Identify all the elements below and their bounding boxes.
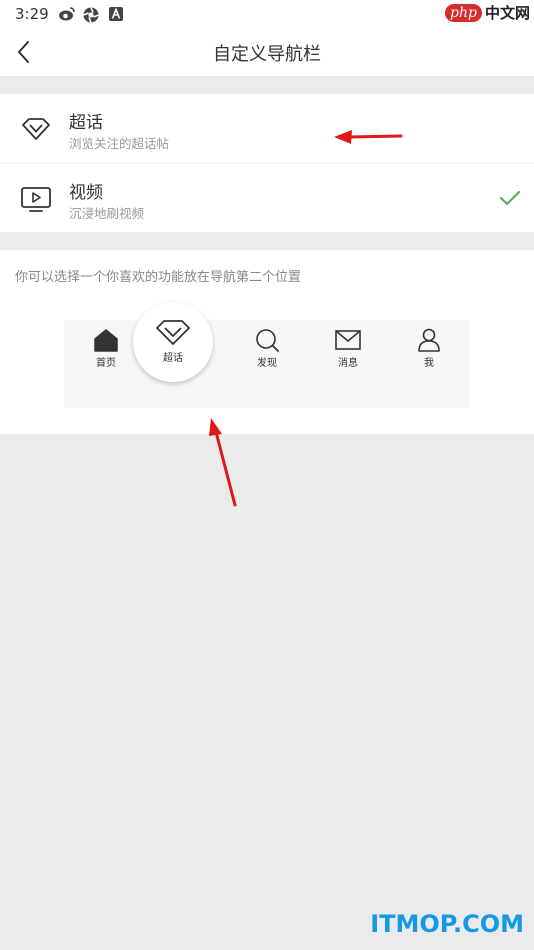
video-play-icon <box>21 187 51 212</box>
option-subtitle: 沉浸地刷视频 <box>69 206 145 221</box>
watermark-logo: php 中文网 <box>445 2 530 23</box>
nav-preview-section: 你可以选择一个你喜欢的功能放在导航第二个位置 首页 超话 发现 消息 我 <box>0 250 534 434</box>
person-icon <box>418 328 440 352</box>
tab-messages[interactable]: 消息 <box>318 328 378 380</box>
app-notification-icon <box>83 7 99 23</box>
nav-option-list: 超话 浏览关注的超话帖 视频 沉浸地刷视频 <box>0 94 534 232</box>
tab-home[interactable]: 首页 <box>76 328 136 380</box>
tab-super-topic[interactable]: 超话 <box>133 302 213 382</box>
option-title: 视频 <box>69 183 103 203</box>
option-super-topic[interactable]: 超话 浏览关注的超话帖 <box>0 94 534 163</box>
text-icon <box>109 7 123 21</box>
tab-label: 超话 <box>163 353 183 364</box>
preview-hint: 你可以选择一个你喜欢的功能放在导航第二个位置 <box>15 270 302 285</box>
weibo-icon <box>59 7 75 21</box>
tab-label: 发现 <box>257 358 277 369</box>
search-icon <box>256 329 279 352</box>
watermark-itmop: ITMOP.COM <box>370 910 524 938</box>
watermark-php: php <box>445 3 482 22</box>
status-bar: 3:29 php 中文网 <box>0 0 534 28</box>
tab-me[interactable]: 我 <box>399 328 459 380</box>
check-icon <box>500 191 520 205</box>
home-icon <box>94 329 118 352</box>
diamond-icon <box>156 320 190 345</box>
tab-label: 我 <box>424 358 434 369</box>
mail-icon <box>335 330 361 350</box>
page-title: 自定义导航栏 <box>213 44 321 65</box>
tab-label: 首页 <box>96 358 116 369</box>
app-header: 自定义导航栏 <box>0 28 534 76</box>
preview-tab-bar: 首页 超话 发现 消息 我 <box>64 302 470 408</box>
option-subtitle: 浏览关注的超话帖 <box>69 136 170 151</box>
option-title: 超话 <box>69 113 103 133</box>
tab-label: 消息 <box>338 358 358 369</box>
option-video[interactable]: 视频 沉浸地刷视频 <box>0 163 534 232</box>
watermark-cn: 中文网 <box>484 4 530 22</box>
status-time: 3:29 <box>15 5 49 23</box>
tab-discover[interactable]: 发现 <box>237 328 297 380</box>
diamond-icon <box>22 118 50 140</box>
